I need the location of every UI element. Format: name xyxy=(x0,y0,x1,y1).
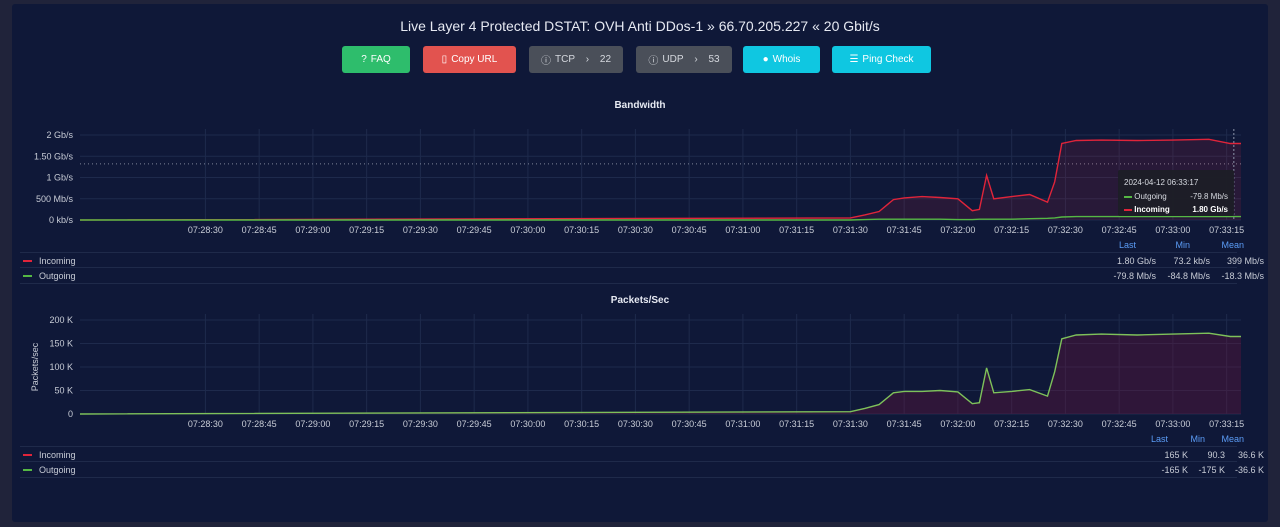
x-tick-label: 07:33:15 xyxy=(1209,419,1244,429)
legend-item-incoming[interactable]: Incoming 1.80 Gb/s 73.2 kb/s 399 Mb/s xyxy=(20,252,1264,268)
x-tick-label: 07:29:30 xyxy=(403,419,438,429)
x-tick-label: 07:32:30 xyxy=(1048,225,1083,235)
legend-header-last: Last xyxy=(1150,434,1168,444)
x-tick-label: 07:30:45 xyxy=(672,419,707,429)
x-tick-label: 07:31:00 xyxy=(725,225,760,235)
legend-swatch xyxy=(1124,195,1132,198)
x-tick-label: 07:29:00 xyxy=(295,419,330,429)
legend-item-outgoing[interactable]: Outgoing -165 K -175 K -36.6 K xyxy=(20,461,1264,478)
x-tick-label: 07:28:30 xyxy=(188,225,223,235)
x-tick-label: 07:32:00 xyxy=(940,419,975,429)
y-tick-label: 100 K xyxy=(49,362,73,372)
legend-swatch xyxy=(1124,208,1132,211)
x-tick-label: 07:31:30 xyxy=(833,225,868,235)
y-tick-label: 200 K xyxy=(49,315,73,325)
x-tick-label: 07:33:00 xyxy=(1155,419,1190,429)
x-tick-label: 07:31:45 xyxy=(887,225,922,235)
y-tick-label: 1 Gb/s xyxy=(46,173,73,183)
legend-header-min: Min xyxy=(1175,240,1190,250)
y-tick-label: 1.50 Gb/s xyxy=(34,151,74,161)
x-tick-label: 07:28:30 xyxy=(188,419,223,429)
series-area-outgoing xyxy=(80,333,1241,414)
chart-tooltip: 2024-04-12 06:33:17 Outgoing -79.8 Mb/s … xyxy=(1118,170,1234,216)
tooltip-row-incoming: Incoming 1.80 Gb/s xyxy=(1124,205,1228,214)
y-tick-label: 0 kb/s xyxy=(49,215,74,225)
legend-item-incoming[interactable]: Incoming 165 K 90.3 36.6 K xyxy=(20,446,1264,462)
tooltip-row-outgoing: Outgoing -79.8 Mb/s xyxy=(1124,192,1228,201)
x-tick-label: 07:30:15 xyxy=(564,419,599,429)
x-tick-label: 07:29:45 xyxy=(457,419,492,429)
legend-header-last: Last xyxy=(1118,240,1136,250)
x-tick-label: 07:31:15 xyxy=(779,225,814,235)
y-tick-label: 150 K xyxy=(49,339,73,349)
x-tick-label: 07:29:30 xyxy=(403,225,438,235)
x-tick-label: 07:31:00 xyxy=(725,419,760,429)
x-tick-label: 07:29:15 xyxy=(349,225,384,235)
y-tick-label: 50 K xyxy=(54,386,73,396)
legend-header-min: Min xyxy=(1190,434,1205,444)
x-tick-label: 07:29:00 xyxy=(295,225,330,235)
x-tick-label: 07:33:00 xyxy=(1155,225,1190,235)
legend-swatch xyxy=(23,275,32,277)
x-tick-label: 07:32:45 xyxy=(1102,419,1137,429)
x-tick-label: 07:29:45 xyxy=(457,225,492,235)
x-tick-label: 07:30:15 xyxy=(564,225,599,235)
x-tick-label: 07:28:45 xyxy=(242,225,277,235)
legend-swatch xyxy=(23,454,32,456)
x-tick-label: 07:32:00 xyxy=(940,225,975,235)
y-tick-label: 500 Mb/s xyxy=(36,194,74,204)
y-axis-label: Packets/sec xyxy=(30,342,40,391)
x-tick-label: 07:32:15 xyxy=(994,419,1029,429)
legend-swatch xyxy=(23,469,32,471)
x-tick-label: 07:31:30 xyxy=(833,419,868,429)
x-tick-label: 07:32:15 xyxy=(994,225,1029,235)
x-tick-label: 07:32:30 xyxy=(1048,419,1083,429)
y-tick-label: 0 xyxy=(68,409,73,419)
bandwidth-chart[interactable]: 2 Gb/s 1.50 Gb/s 1 Gb/s 500 Mb/s 0 kb/s 07:28… xyxy=(0,0,1280,240)
series-area-incoming xyxy=(80,139,1241,220)
x-tick-label: 07:28:45 xyxy=(242,419,277,429)
x-tick-label: 07:33:15 xyxy=(1209,225,1244,235)
x-tick-label: 07:31:45 xyxy=(887,419,922,429)
x-tick-label: 07:32:45 xyxy=(1102,225,1137,235)
legend-item-outgoing[interactable]: Outgoing -79.8 Mb/s -84.8 Mb/s -18.3 Mb/… xyxy=(20,267,1264,284)
x-tick-label: 07:30:00 xyxy=(510,419,545,429)
legend-header-mean: Mean xyxy=(1221,434,1244,444)
legend-header-mean: Mean xyxy=(1221,240,1244,250)
x-tick-label: 07:30:45 xyxy=(672,225,707,235)
x-tick-label: 07:30:30 xyxy=(618,419,653,429)
x-tick-label: 07:30:00 xyxy=(510,225,545,235)
x-tick-label: 07:30:30 xyxy=(618,225,653,235)
tooltip-time: 2024-04-12 06:33:17 xyxy=(1124,178,1199,187)
x-tick-label: 07:29:15 xyxy=(349,419,384,429)
x-tick-label: 07:31:15 xyxy=(779,419,814,429)
legend-swatch xyxy=(23,260,32,262)
packets-chart[interactable]: 200 K 150 K 100 K 50 K 0 07:28:30 07:28:45 07:2… xyxy=(0,300,1280,440)
y-tick-label: 2 Gb/s xyxy=(46,130,73,140)
